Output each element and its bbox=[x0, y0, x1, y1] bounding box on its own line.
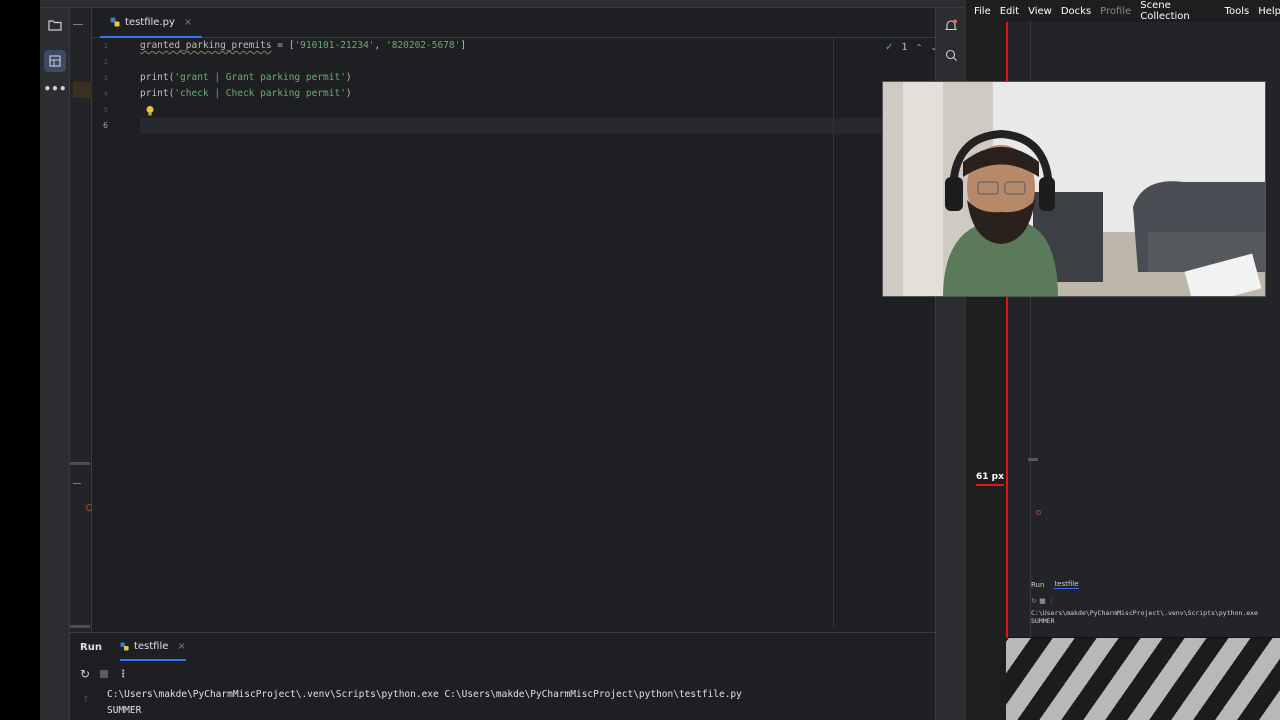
console-output[interactable]: C:\Users\makde\PyCharmMiscProject\.venv\… bbox=[107, 687, 742, 719]
structure-icon bbox=[49, 55, 61, 67]
bracket: ] bbox=[460, 40, 467, 51]
notifications-button[interactable] bbox=[940, 14, 962, 36]
chevron-up-icon[interactable]: ⌃ bbox=[916, 43, 923, 52]
checkmark-icon: ✓ bbox=[885, 42, 894, 53]
hatched-area bbox=[1006, 638, 1280, 720]
distance-label: 61 px bbox=[976, 472, 1004, 486]
inspection-count: 1 bbox=[901, 42, 908, 53]
string-literal: 'grant | Grant parking permit' bbox=[174, 72, 346, 83]
project-tool-button[interactable] bbox=[44, 14, 66, 36]
console-up-icon[interactable]: ↑ bbox=[82, 695, 90, 705]
python-run-icon bbox=[120, 641, 129, 651]
run-title: Run bbox=[80, 641, 102, 653]
tab-testfile[interactable]: testfile.py × bbox=[100, 8, 203, 38]
folder-icon bbox=[48, 20, 62, 31]
more-options-icon[interactable]: ⋮ bbox=[118, 669, 128, 680]
run-toolbar: ↻ ⋮ bbox=[70, 663, 935, 685]
mini-run-header: Run testfile bbox=[1031, 580, 1280, 589]
left-tool-strip: ••• bbox=[40, 8, 70, 720]
menu-view[interactable]: View bbox=[1028, 6, 1052, 17]
bracket: ) bbox=[345, 88, 352, 99]
webcam-overlay bbox=[882, 81, 1266, 297]
caret-row-highlight bbox=[140, 118, 885, 134]
function-call: print( bbox=[140, 88, 175, 99]
line-gutter: 1 2 3 4 5 6 bbox=[92, 38, 140, 628]
run-header: Run testfile × bbox=[70, 633, 935, 661]
preview-scroll-marker bbox=[1028, 458, 1038, 461]
run-tab-label: testfile bbox=[133, 640, 169, 652]
close-run-tab-icon[interactable]: × bbox=[177, 641, 185, 652]
python-file-icon bbox=[110, 17, 120, 27]
console-line: C:\Users\makde\PyCharmMiscProject\.venv\… bbox=[107, 689, 742, 700]
ai-assistant-button[interactable] bbox=[940, 44, 962, 66]
scroll-marker[interactable] bbox=[70, 462, 90, 465]
menu-docks[interactable]: Docks bbox=[1061, 6, 1091, 17]
line-number: 1 bbox=[103, 42, 108, 50]
stop-icon[interactable] bbox=[100, 670, 109, 678]
code-line-1: granted_parking_premits = ['910101-21234… bbox=[140, 40, 466, 51]
right-margin-guide bbox=[833, 38, 834, 628]
console-line: SUMMER bbox=[107, 705, 142, 716]
highlight-marker bbox=[73, 82, 93, 98]
string-literal: 'check | Check parking permit' bbox=[174, 88, 346, 99]
menu-scene-collection[interactable]: Scene Collection bbox=[1140, 0, 1215, 22]
minimize-icon[interactable] bbox=[73, 24, 83, 25]
title-strip bbox=[40, 0, 965, 8]
code-editor[interactable]: granted_parking_premits = ['910101-21234… bbox=[140, 38, 965, 628]
menu-edit[interactable]: Edit bbox=[1000, 6, 1019, 17]
variable-name: granted_parking_premits bbox=[140, 40, 272, 51]
separator: , bbox=[374, 40, 386, 51]
mini-run-panel: Run testfile ↻ ■ ⋮ C:\Users\makde\PyChar… bbox=[1031, 580, 1280, 636]
ellipsis-icon: ••• bbox=[43, 82, 67, 96]
editor-tab-bar: testfile.py × bbox=[92, 8, 965, 38]
intention-bulb-icon[interactable] bbox=[145, 102, 155, 121]
close-tab-icon[interactable]: × bbox=[184, 17, 192, 28]
inspection-widget[interactable]: ✓ 1 ⌃ ⌄ bbox=[885, 42, 937, 53]
collapse-icon[interactable] bbox=[73, 483, 81, 484]
operator: = [ bbox=[271, 40, 295, 51]
code-line-3: print('grant | Grant parking permit') bbox=[140, 72, 352, 83]
line-number: 4 bbox=[103, 90, 108, 98]
bell-icon bbox=[945, 19, 957, 30]
code-line-4: print('check | Check parking permit') bbox=[140, 88, 352, 99]
scroll-marker-bottom[interactable] bbox=[70, 625, 90, 628]
mini-console-line: SUMMER bbox=[1031, 617, 1055, 625]
structure-tool-button[interactable] bbox=[44, 50, 66, 72]
line-number: 3 bbox=[103, 74, 108, 82]
menu-file[interactable]: File bbox=[974, 6, 991, 17]
webcam-image bbox=[883, 82, 1265, 296]
function-call: print( bbox=[140, 72, 175, 83]
string-literal: '820202-5678' bbox=[385, 40, 461, 51]
obs-menu-bar: File Edit View Docks Profile Scene Colle… bbox=[966, 0, 1280, 22]
menu-help[interactable]: Help bbox=[1258, 6, 1280, 17]
string-literal: '910101-21234' bbox=[294, 40, 375, 51]
project-panel-collapsed bbox=[70, 8, 93, 720]
pycharm-window: ••• testfile.py × 1 2 3 4 5 6 granted_pa… bbox=[40, 0, 965, 720]
menu-profile[interactable]: Profile bbox=[1100, 6, 1131, 17]
mini-run-title: Run bbox=[1031, 580, 1045, 589]
mini-run-tab: testfile bbox=[1054, 580, 1079, 589]
assistant-icon bbox=[945, 49, 957, 61]
run-tool-window: Run testfile × ↻ ⋮ ↑ C:\Users\makde\PyCh… bbox=[70, 632, 935, 720]
run-tab-testfile[interactable]: testfile × bbox=[119, 633, 186, 661]
preview-breakpoint-icon bbox=[1036, 510, 1041, 515]
line-number: 5 bbox=[103, 106, 108, 114]
line-number: 2 bbox=[103, 58, 108, 66]
rerun-icon[interactable]: ↻ bbox=[80, 667, 90, 681]
bracket: ) bbox=[345, 72, 352, 83]
tab-label: testfile.py bbox=[125, 16, 175, 28]
mini-run-toolbar: ↻ ■ ⋮ bbox=[1031, 597, 1055, 605]
current-line-number: 6 bbox=[103, 121, 108, 130]
more-tools-button[interactable]: ••• bbox=[43, 78, 67, 100]
menu-tools[interactable]: Tools bbox=[1225, 6, 1250, 17]
mini-console-line: C:\Users\makde\PyCharmMiscProject\.venv\… bbox=[1031, 609, 1258, 617]
